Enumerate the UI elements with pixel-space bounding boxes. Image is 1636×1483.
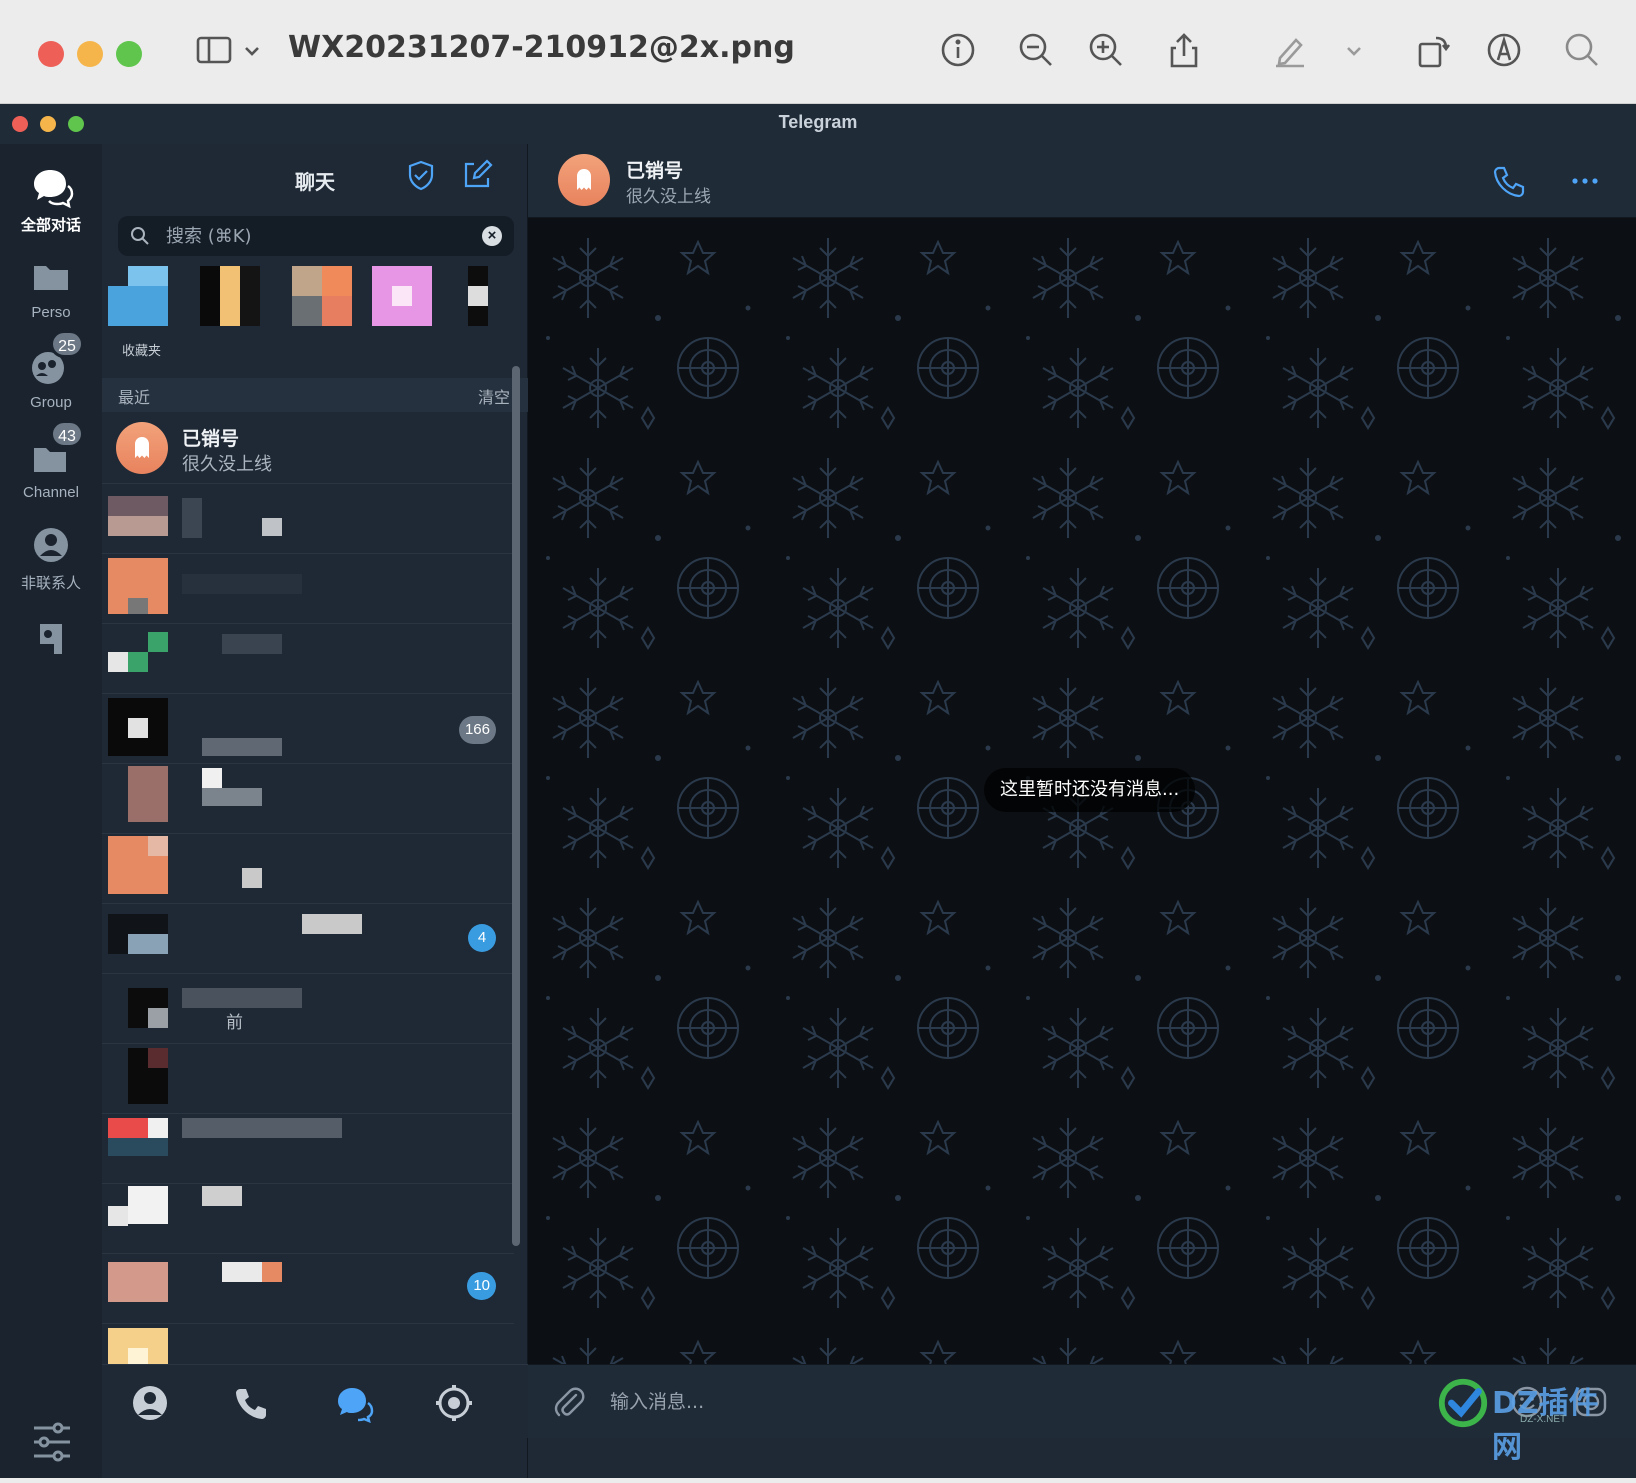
site-watermark: DZ插件网 DZ-X.NET	[1436, 1370, 1626, 1465]
clear-search-icon[interactable]: ×	[482, 226, 502, 246]
telegram-window: Telegram 全部对话 Perso Group 25 Channel 43 …	[0, 104, 1636, 1478]
chevron-down-icon[interactable]	[1342, 30, 1366, 70]
chats-icon[interactable]	[334, 1383, 374, 1424]
chat-row[interactable]: 4	[102, 904, 514, 974]
chat-bubbles-icon	[28, 164, 74, 210]
search-icon	[130, 226, 150, 246]
share-icon[interactable]	[1164, 30, 1204, 70]
chat-row[interactable]: 166	[102, 694, 514, 764]
blurred-text: 前	[226, 1013, 243, 1032]
chat-row[interactable]	[102, 764, 514, 834]
stories-strip	[102, 266, 528, 376]
annotate-icon[interactable]	[1484, 30, 1524, 70]
chat-row[interactable]	[102, 624, 514, 694]
chat-status: 很久没上线	[626, 187, 711, 207]
story-avatar[interactable]	[292, 266, 352, 326]
unread-badge: 25	[50, 330, 84, 358]
telegram-titlebar: Telegram	[0, 104, 1636, 144]
minimize-window-button[interactable]	[77, 41, 103, 67]
message-input[interactable]	[610, 1381, 1410, 1423]
chat-name: 已销号	[182, 428, 240, 450]
chat-row[interactable]	[102, 484, 514, 554]
story-avatar[interactable]	[468, 266, 528, 326]
folder-personal[interactable]: Perso	[0, 254, 102, 321]
chat-list-panel: 聊天 ×	[102, 144, 528, 1478]
calls-icon[interactable]	[232, 1383, 272, 1423]
story-avatar[interactable]	[108, 266, 168, 326]
folder-channel[interactable]: Channel 43	[0, 420, 102, 501]
ghost-icon	[577, 169, 591, 190]
unread-badge: 166	[458, 716, 496, 744]
story-label: 收藏夹	[122, 343, 162, 358]
unread-badge: 4	[468, 924, 496, 952]
story-avatar[interactable]	[200, 266, 260, 326]
folder-non-contacts[interactable]: 非联系人	[0, 522, 102, 593]
chat-title[interactable]: 已销号	[626, 156, 683, 183]
chat-row[interactable]: 10	[102, 1254, 514, 1324]
clear-recent-button[interactable]: 清空	[478, 384, 510, 408]
rail-settings[interactable]	[0, 1404, 102, 1478]
search-icon[interactable]	[1562, 30, 1602, 70]
folder-label: 非联系人	[21, 575, 81, 592]
ghost-icon	[135, 437, 149, 458]
markup-pen-icon[interactable]	[1270, 30, 1310, 70]
chevron-down-icon[interactable]	[240, 30, 264, 70]
file-title: WX20231207-210912@2x.png	[288, 30, 795, 65]
chat-header: 已销号 很久没上线	[528, 144, 1636, 218]
folder-all-chats[interactable]: 全部对话	[0, 164, 102, 235]
bottom-tab-bar	[102, 1364, 528, 1438]
folder-label: Perso	[31, 304, 71, 321]
preview-toolbar: WX20231207-210912@2x.png	[0, 0, 1636, 104]
sliders-icon	[34, 1422, 70, 1462]
shield-check-icon[interactable]	[404, 158, 438, 192]
more-icon[interactable]	[1566, 162, 1604, 200]
folder-rail: 全部对话 Perso Group 25 Channel 43 非联系人	[0, 144, 102, 1478]
chat-list-scrollbar[interactable]	[512, 366, 520, 1246]
chat-row[interactable]	[102, 1044, 514, 1114]
unread-badge: 43	[50, 420, 84, 448]
compose-icon[interactable]	[460, 158, 494, 192]
watermark-logo-icon	[1438, 1378, 1488, 1428]
ghost-avatar[interactable]	[558, 154, 610, 206]
story-avatar[interactable]	[372, 266, 432, 326]
close-window-button[interactable]	[38, 41, 64, 67]
contacts-icon[interactable]	[130, 1383, 170, 1423]
info-icon[interactable]	[938, 30, 978, 70]
person-icon	[28, 522, 74, 568]
sidebar-toggle-icon[interactable]	[194, 30, 234, 70]
folder-label: Channel	[23, 484, 79, 501]
folder-icon	[28, 254, 74, 300]
paperclip-icon[interactable]	[550, 1383, 588, 1421]
chat-row[interactable]	[102, 834, 514, 904]
ghost-avatar	[116, 422, 168, 474]
chat-row[interactable]	[102, 1184, 514, 1254]
zoom-in-icon[interactable]	[1086, 30, 1126, 70]
folder-group[interactable]: Group 25	[0, 330, 102, 411]
folder-bots[interactable]	[0, 614, 102, 664]
folder-label: Group	[30, 394, 72, 411]
chat-row[interactable]	[102, 1114, 514, 1184]
phone-icon[interactable]	[1490, 162, 1528, 200]
zoom-window-button[interactable]	[116, 41, 142, 67]
rotate-icon[interactable]	[1414, 30, 1454, 70]
window-title: Telegram	[778, 112, 858, 132]
watermark-subtext: DZ-X.NET	[1520, 1414, 1567, 1425]
chat-message-area: 这里暂时还没有消息...	[528, 218, 1636, 1404]
unread-badge: 10	[467, 1272, 496, 1300]
chat-row[interactable]: 前	[102, 974, 514, 1044]
folder-label: 全部对话	[20, 217, 81, 234]
recent-section-header: 最近 清空	[102, 378, 528, 412]
chat-subtitle: 很久没上线	[182, 454, 272, 475]
chat-row-deleted-account[interactable]: 已销号 很久没上线	[102, 414, 514, 484]
empty-chat-message: 这里暂时还没有消息...	[984, 768, 1196, 812]
settings-icon[interactable]	[434, 1383, 474, 1423]
search-box[interactable]: ×	[118, 216, 514, 256]
section-label: 最近	[118, 390, 151, 407]
chat-row[interactable]	[102, 554, 514, 624]
zoom-out-icon[interactable]	[1016, 30, 1056, 70]
bot-icon	[28, 614, 74, 660]
search-input[interactable]	[166, 216, 466, 256]
